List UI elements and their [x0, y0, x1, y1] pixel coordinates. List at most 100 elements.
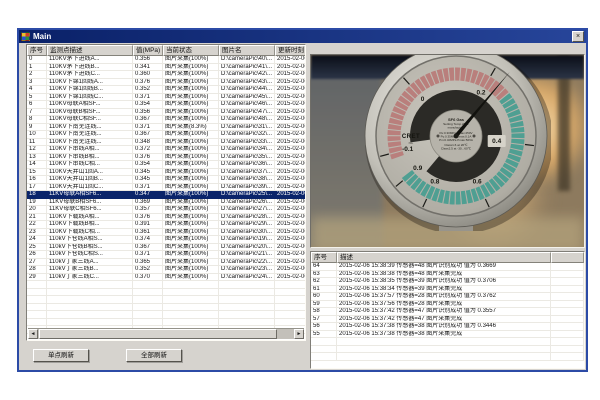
table-row[interactable]: 0110KV茅下进线A...0.356图片采集(100%)D:\cameraPi…	[27, 56, 305, 64]
gauge-part	[394, 125, 395, 129]
cell: 2015-02-06 15:3...	[275, 244, 306, 252]
table-row[interactable]: 622015-02-06 15:38:35 传感器=39 图片识别成功 值为 0…	[311, 278, 584, 286]
table-row[interactable]: 28110kV丁家三线B...0.352图片采集(100%)D:\cameraP…	[27, 266, 305, 274]
horizontal-scrollbar[interactable]: ◄ ►	[28, 328, 304, 339]
cell: D:\cameraPic\41\...	[219, 64, 275, 72]
gauge-face-text: Class2.5 at -30...60℃	[441, 147, 472, 151]
table-row[interactable]: 22110KV下载线B相...0.391图片采集(100%)D:\cameraP…	[27, 221, 305, 229]
table-row[interactable]: 1110KV茅下进线B...0.341图片采集(100%)D:\cameraPi…	[27, 64, 305, 72]
gauge-part	[394, 142, 395, 147]
table-row[interactable]: 612015-02-06 15:38:34 传感器=39 图片采集完成	[311, 286, 584, 294]
cell	[275, 304, 306, 312]
table-row[interactable]: 642015-02-06 15:38:39 传感器=48 图片识别成功 值为 0…	[311, 263, 584, 271]
cell: 2015-02-06 15:3...	[275, 86, 306, 94]
scroll-thumb[interactable]	[39, 329, 277, 339]
table-row[interactable]: 24110kV下仓线A相S...0.374图片采集(100%)D:\camera…	[27, 236, 305, 244]
cell: 110kV丁家三线B...	[47, 266, 133, 274]
single-refresh-button[interactable]: 单点刷新	[33, 349, 89, 362]
cell	[163, 311, 219, 319]
cell: 0.354	[133, 101, 163, 109]
all-refresh-button[interactable]: 全部刷新	[126, 349, 182, 362]
table-row[interactable]: 15110KV天井山1回A...0.345图片采集(100%)D:\camera…	[27, 169, 305, 177]
gauge-scale-label: -0.1	[402, 146, 414, 153]
table-row[interactable]: 3110KV下锦1回线A...0.376图片采集(100%)D:\cameraP…	[27, 79, 305, 87]
cell: 2015-02-06 15:37:42 传感器=47 图片识别成功 值为 0.3…	[337, 308, 551, 316]
cell: 2015-02-06 15:3...	[275, 124, 306, 132]
column-header-value[interactable]: 值(MPa)	[133, 45, 163, 56]
cell: 2015-02-06 15:3...	[275, 71, 306, 79]
column-header-status[interactable]: 当前状态	[163, 45, 219, 56]
table-row[interactable]: 582015-02-06 15:37:42 传感器=47 图片识别成功 值为 0…	[311, 308, 584, 316]
column-header-desc[interactable]: 监测点描述	[47, 45, 133, 56]
cell	[133, 319, 163, 327]
table-row[interactable]: 16110KV天井山1回B...0.345图片采集(100%)D:\camera…	[27, 176, 305, 184]
title-bar[interactable]: Main ×	[19, 30, 586, 43]
cell: 11KV母联A相SF6...	[47, 191, 133, 199]
cell: 图片采集(100%)	[163, 199, 219, 207]
table-row[interactable]: 572015-02-06 15:37:42 传感器=47 图片采集完成	[311, 316, 584, 324]
scroll-right-icon[interactable]: ►	[294, 329, 304, 339]
close-icon[interactable]: ×	[572, 31, 584, 42]
table-row[interactable]: 5110KV下锦1回线C...0.371图片采集(100%)D:\cameraP…	[27, 94, 305, 102]
cell: 22	[27, 221, 47, 229]
table-row[interactable]: 12110KV下串线A相...0.372图片采集(100%)D:\cameraP…	[27, 146, 305, 154]
table-row[interactable]: 6110KV母联A相SF...0.354图片采集(100%)D:\cameraP…	[27, 101, 305, 109]
table-row[interactable]: 1811KV母联A相SF6...0.347图片采集(100%)D:\camera…	[27, 191, 305, 199]
cell: D:\cameraPic\40\...	[219, 56, 275, 64]
table-row[interactable]: 562015-02-06 15:37:38 传感器=38 图片识别成功 值为 0…	[311, 323, 584, 331]
table-row[interactable]: 21110KV下载线A相...0.376图片采集(100%)D:\cameraP…	[27, 214, 305, 222]
table-row[interactable]: 632015-02-06 15:38:38 传感器=48 图片采集完成	[311, 271, 584, 279]
table-row[interactable]: 2110KV茅下进线C...0.360图片采集(100%)D:\cameraPi…	[27, 71, 305, 79]
cell: D:\cameraPic\47\...	[219, 109, 275, 117]
cell: 55	[311, 331, 337, 339]
gauge-scale-label: 0.2	[476, 90, 485, 97]
table-row[interactable]: 10110KV下南芜连线...0.367图片采集(100%)D:\cameraP…	[27, 131, 305, 139]
table-row[interactable]: 8110KV母联C相SF...0.367图片采集(100%)D:\cameraP…	[27, 116, 305, 124]
table-row[interactable]: 26110kV下仓线C相S...0.371图片采集(100%)D:\camera…	[27, 251, 305, 259]
cell: D:\cameraPic\21\...	[219, 251, 275, 259]
table-row[interactable]: 1911KV母联B相SF6...0.369图片采集(100%)D:\camera…	[27, 199, 305, 207]
cell: 64	[311, 263, 337, 271]
gauge-part	[444, 74, 448, 75]
cell: 0.352	[133, 86, 163, 94]
table-row[interactable]: 9110KV下南芜连线...0.371图片采集(8.3%)D:\cameraPi…	[27, 124, 305, 132]
cell: 2015-02-06 15:3...	[275, 116, 306, 124]
table-row[interactable]: 11110KV下南芜连线...0.348图片采集(100%)D:\cameraP…	[27, 139, 305, 147]
table-row[interactable]: 602015-02-06 15:37:57 传感器=28 图片识别成功 值为 0…	[311, 293, 584, 301]
table-row[interactable]: 23110KV下载线C相...0.361图片采集(100%)D:\cameraP…	[27, 229, 305, 237]
cell	[27, 289, 47, 297]
cell: 110KV母联C相SF...	[47, 116, 133, 124]
cell	[47, 319, 133, 327]
gauge-part	[407, 174, 410, 177]
scroll-left-icon[interactable]: ◄	[28, 329, 38, 339]
cell: 0.354	[133, 161, 163, 169]
table-row[interactable]: 2011KV母联C相SF6...0.357图片采集(100%)D:\camera…	[27, 206, 305, 214]
table-row[interactable]: 25110kV下仓线B相S...0.367图片采集(100%)D:\camera…	[27, 244, 305, 252]
cell: 2015-02-06 15:3...	[275, 161, 306, 169]
log-column-header-desc[interactable]: 描述	[337, 252, 551, 263]
table-row[interactable]: 17110KV天井山1回C...0.371图片采集(100%)D:\camera…	[27, 184, 305, 192]
cell: 110KV天井山1回C...	[47, 184, 133, 192]
column-header-serial[interactable]: 序号	[27, 45, 47, 56]
table-row[interactable]: 13110KV下串线B相...0.376图片采集(100%)D:\cameraP…	[27, 154, 305, 162]
column-header-picname[interactable]: 图片名	[219, 45, 275, 56]
cell: 56	[311, 323, 337, 331]
cell: 2015-02-06 15:3...	[275, 79, 306, 87]
table-row[interactable]: 7110KV母联B相SF...0.356图片采集(100%)D:\cameraP…	[27, 109, 305, 117]
gauge-part	[505, 171, 508, 175]
table-row[interactable]: 4110KV下锦1回线B...0.352图片采集(100%)D:\cameraP…	[27, 86, 305, 94]
table-row[interactable]: 27110kV丁家三线A...0.365图片采集(100%)D:\cameraP…	[27, 259, 305, 267]
table-row[interactable]: 552015-02-06 15:37:38 传感器=38 图片采集完成	[311, 331, 584, 339]
gauge-part	[497, 179, 500, 182]
cell: 2015-02-06 15:3...	[275, 131, 306, 139]
column-header-time[interactable]: 更新时刻	[275, 45, 306, 56]
cell	[133, 311, 163, 319]
scroll-track[interactable]	[38, 329, 294, 339]
table-row[interactable]: 29110kV丁家三线C...0.370图片采集(100%)D:\cameraP…	[27, 274, 305, 282]
cell	[47, 281, 133, 289]
gauge-part	[492, 86, 496, 89]
table-row[interactable]: 592015-02-06 15:37:56 传感器=28 图片采集完成	[311, 301, 584, 309]
table-row[interactable]: 14110KV下串线C相...0.354图片采集(100%)D:\cameraP…	[27, 161, 305, 169]
log-column-header-serial[interactable]: 序号	[311, 252, 337, 263]
cell	[219, 319, 275, 327]
